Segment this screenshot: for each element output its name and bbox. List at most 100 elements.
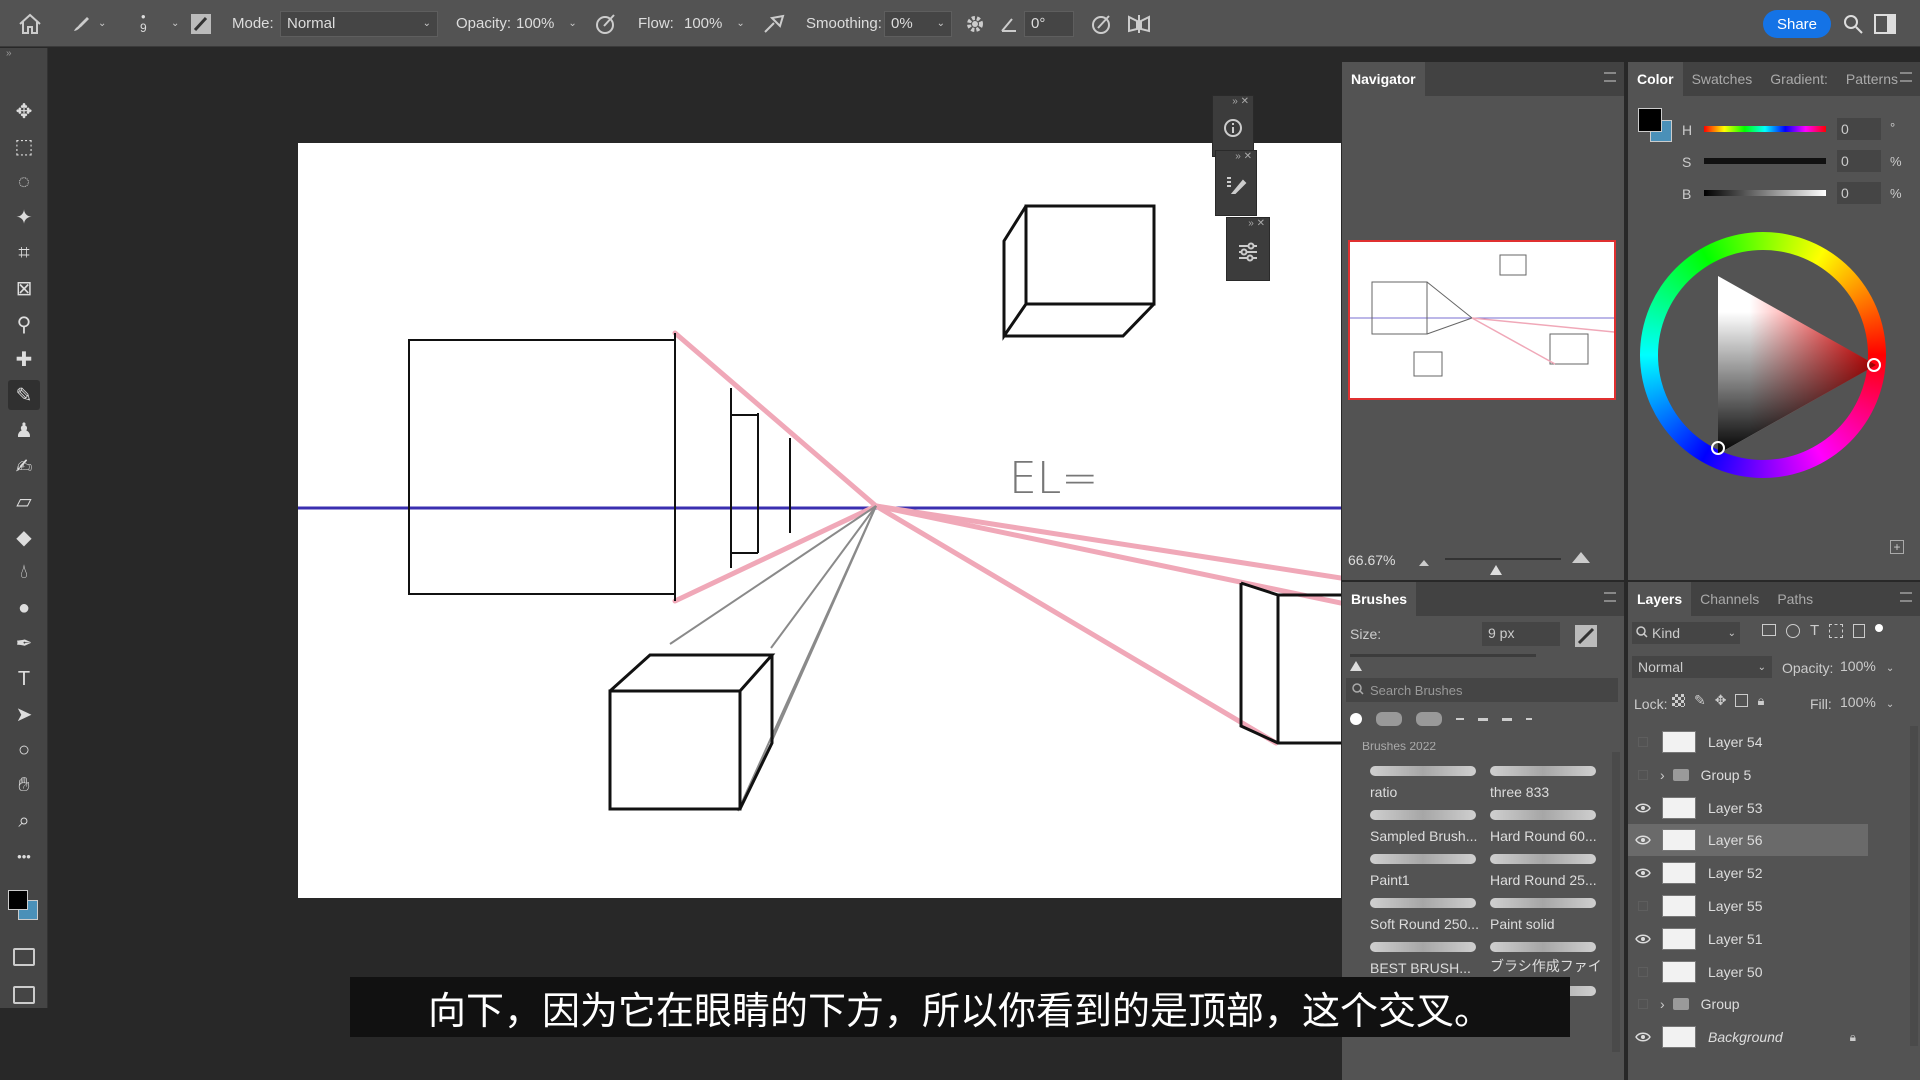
smoothing-input[interactable]: 0% ⌄ xyxy=(884,0,952,47)
size-slider-thumb[interactable] xyxy=(1350,658,1362,674)
brush-preset[interactable]: Soft Round 250... xyxy=(1364,894,1482,934)
brush-settings-icon[interactable] xyxy=(1216,175,1256,195)
saturation-input[interactable]: 0 xyxy=(1837,150,1881,172)
layer-opacity-input[interactable]: 100% ⌄ xyxy=(1840,658,1894,674)
tab-navigator[interactable]: Navigator xyxy=(1342,62,1425,96)
visibility-eye-icon[interactable] xyxy=(1628,803,1658,813)
layer-row[interactable]: Layer 53 xyxy=(1628,792,1868,824)
brush-preset[interactable]: Sampled Brush... xyxy=(1364,806,1482,846)
type-icon[interactable]: T xyxy=(8,664,40,694)
layers-tab-0[interactable]: Layers xyxy=(1628,582,1692,616)
navigator-zoom-value[interactable]: 66.67% xyxy=(1348,552,1395,568)
healing-icon[interactable]: ✚ xyxy=(8,345,40,375)
brush-preset[interactable]: Hard Round 25... xyxy=(1484,850,1602,890)
brush-settings-toggle-icon[interactable] xyxy=(190,0,212,47)
brush-preset-icon[interactable]: ⌄ xyxy=(70,0,106,47)
document-canvas[interactable]: EL= xyxy=(298,143,1341,898)
brush-preset[interactable]: BEST BRUSH... xyxy=(1364,938,1482,978)
layer-filter-icons[interactable]: T xyxy=(1762,623,1884,638)
lock-icon[interactable]: 🔒︎ xyxy=(1850,1030,1856,1045)
panel-menu-icon[interactable] xyxy=(1604,72,1616,82)
layers-tab-2[interactable]: Paths xyxy=(1768,582,1822,616)
angle-input[interactable]: 0° xyxy=(1024,0,1074,47)
panel-menu-icon[interactable] xyxy=(1900,592,1912,602)
blend-mode-select[interactable]: Normal ⌄ xyxy=(1632,656,1772,678)
brush-preset[interactable]: Paint1 xyxy=(1364,850,1482,890)
layer-row[interactable]: Layer 51 xyxy=(1628,923,1868,955)
zoom-in-icon[interactable] xyxy=(1570,550,1592,567)
close-icon[interactable]: » ✕ xyxy=(1216,151,1256,165)
layer-row[interactable]: Layer 54 xyxy=(1628,726,1868,758)
more-icon[interactable]: ••• xyxy=(8,842,40,872)
ellipse-icon[interactable]: ○ xyxy=(8,735,40,765)
brush-preset[interactable]: three 833 xyxy=(1484,762,1602,802)
visibility-eye-icon[interactable] xyxy=(1628,934,1658,944)
color-tab-2[interactable]: Gradient: xyxy=(1761,62,1837,96)
layer-row[interactable]: Layer 50 xyxy=(1628,956,1868,988)
search-icon[interactable] xyxy=(1842,0,1864,47)
brush-size-slider[interactable] xyxy=(1350,654,1536,657)
brush-size-input[interactable]: 9 px xyxy=(1482,622,1560,646)
opacity-input[interactable]: 100% ⌄ xyxy=(516,0,577,47)
layer-row[interactable]: Background 🔒︎ xyxy=(1628,1021,1868,1053)
brush-preset[interactable]: Hard Round 60... xyxy=(1484,806,1602,846)
toolbar-foreground-swatch[interactable] xyxy=(8,890,28,910)
paint-bucket-icon[interactable]: ◆ xyxy=(8,522,40,552)
navigator-zoom-slider[interactable] xyxy=(1445,558,1561,560)
brush-icon[interactable]: ✎ xyxy=(8,380,40,410)
navigator-thumbnail[interactable] xyxy=(1348,240,1616,400)
sliders-icon[interactable] xyxy=(1227,242,1269,262)
brush-preset[interactable]: ブラシ作成ファイ... xyxy=(1484,938,1602,978)
move-icon[interactable]: ✥ xyxy=(8,96,40,126)
visibility-eye-icon[interactable] xyxy=(1628,835,1658,845)
layers-scrollbar[interactable] xyxy=(1910,726,1918,1046)
mode-select[interactable]: Normal ⌄ xyxy=(280,0,438,47)
path-select-icon[interactable]: ➤ xyxy=(8,700,40,730)
layer-row[interactable]: Layer 55 xyxy=(1628,890,1868,922)
color-wheel[interactable] xyxy=(1640,232,1886,478)
blur-icon[interactable]: 💧︎ xyxy=(8,558,40,588)
visibility-eye-icon[interactable] xyxy=(1628,769,1658,780)
add-swatch-icon[interactable]: + xyxy=(1890,540,1904,554)
panel-menu-icon[interactable] xyxy=(1900,72,1912,82)
magic-wand-icon[interactable]: ✦ xyxy=(8,203,40,233)
visibility-eye-icon[interactable] xyxy=(1628,901,1658,911)
visibility-eye-icon[interactable] xyxy=(1628,999,1658,1010)
eyedropper-icon[interactable]: ⚲ xyxy=(8,309,40,339)
workspace-icon[interactable] xyxy=(1874,0,1896,47)
layer-row[interactable]: Layer 56 xyxy=(1628,824,1868,857)
brightness-input[interactable]: 0 xyxy=(1837,182,1881,204)
visibility-eye-icon[interactable] xyxy=(1628,737,1658,747)
history-brush-icon[interactable]: ✍ xyxy=(8,451,40,481)
expand-icon[interactable]: » xyxy=(6,48,12,59)
share-button[interactable]: Share xyxy=(1763,10,1831,38)
brush-group-label[interactable]: Brushes 2022 xyxy=(1362,742,1436,756)
search-brushes-input[interactable]: Search Brushes xyxy=(1346,678,1618,702)
visibility-eye-icon[interactable] xyxy=(1628,1032,1658,1042)
eraser-icon[interactable]: ▱ xyxy=(8,487,40,517)
saturation-slider[interactable] xyxy=(1704,158,1826,164)
quick-mask-icon[interactable] xyxy=(13,948,35,966)
layer-row[interactable]: Layer 52 xyxy=(1628,857,1868,889)
tab-brushes[interactable]: Brushes xyxy=(1342,582,1417,616)
close-icon[interactable]: » ✕ xyxy=(1227,218,1269,232)
brushes-scrollbar[interactable] xyxy=(1612,752,1620,1052)
flow-input[interactable]: 100% ⌄ xyxy=(684,0,745,47)
zoom-slider-thumb[interactable] xyxy=(1490,562,1502,578)
hue-input[interactable]: 0 xyxy=(1837,118,1881,140)
brush-size-picker[interactable]: ● 9 xyxy=(140,0,147,47)
layer-group-row[interactable]: › Group xyxy=(1628,988,1868,1020)
layer-group-row[interactable]: › Group 5 xyxy=(1628,759,1868,791)
new-brush-icon[interactable] xyxy=(1574,624,1598,651)
pressure-opacity-icon[interactable] xyxy=(594,0,618,47)
chevron-right-icon[interactable]: › xyxy=(1660,996,1665,1012)
info-icon[interactable] xyxy=(1213,118,1253,138)
brightness-slider[interactable] xyxy=(1704,190,1826,196)
lock-icons[interactable]: ✎ ✥ 🔒︎ xyxy=(1672,693,1764,707)
brush-preset[interactable]: Paint solid xyxy=(1484,894,1602,934)
screen-mode-icon[interactable] xyxy=(13,986,35,1004)
brush-preset[interactable]: ratio xyxy=(1364,762,1482,802)
hue-slider[interactable] xyxy=(1704,126,1826,132)
close-icon[interactable]: » ✕ xyxy=(1213,96,1253,110)
color-tab-3[interactable]: Patterns xyxy=(1837,62,1907,96)
